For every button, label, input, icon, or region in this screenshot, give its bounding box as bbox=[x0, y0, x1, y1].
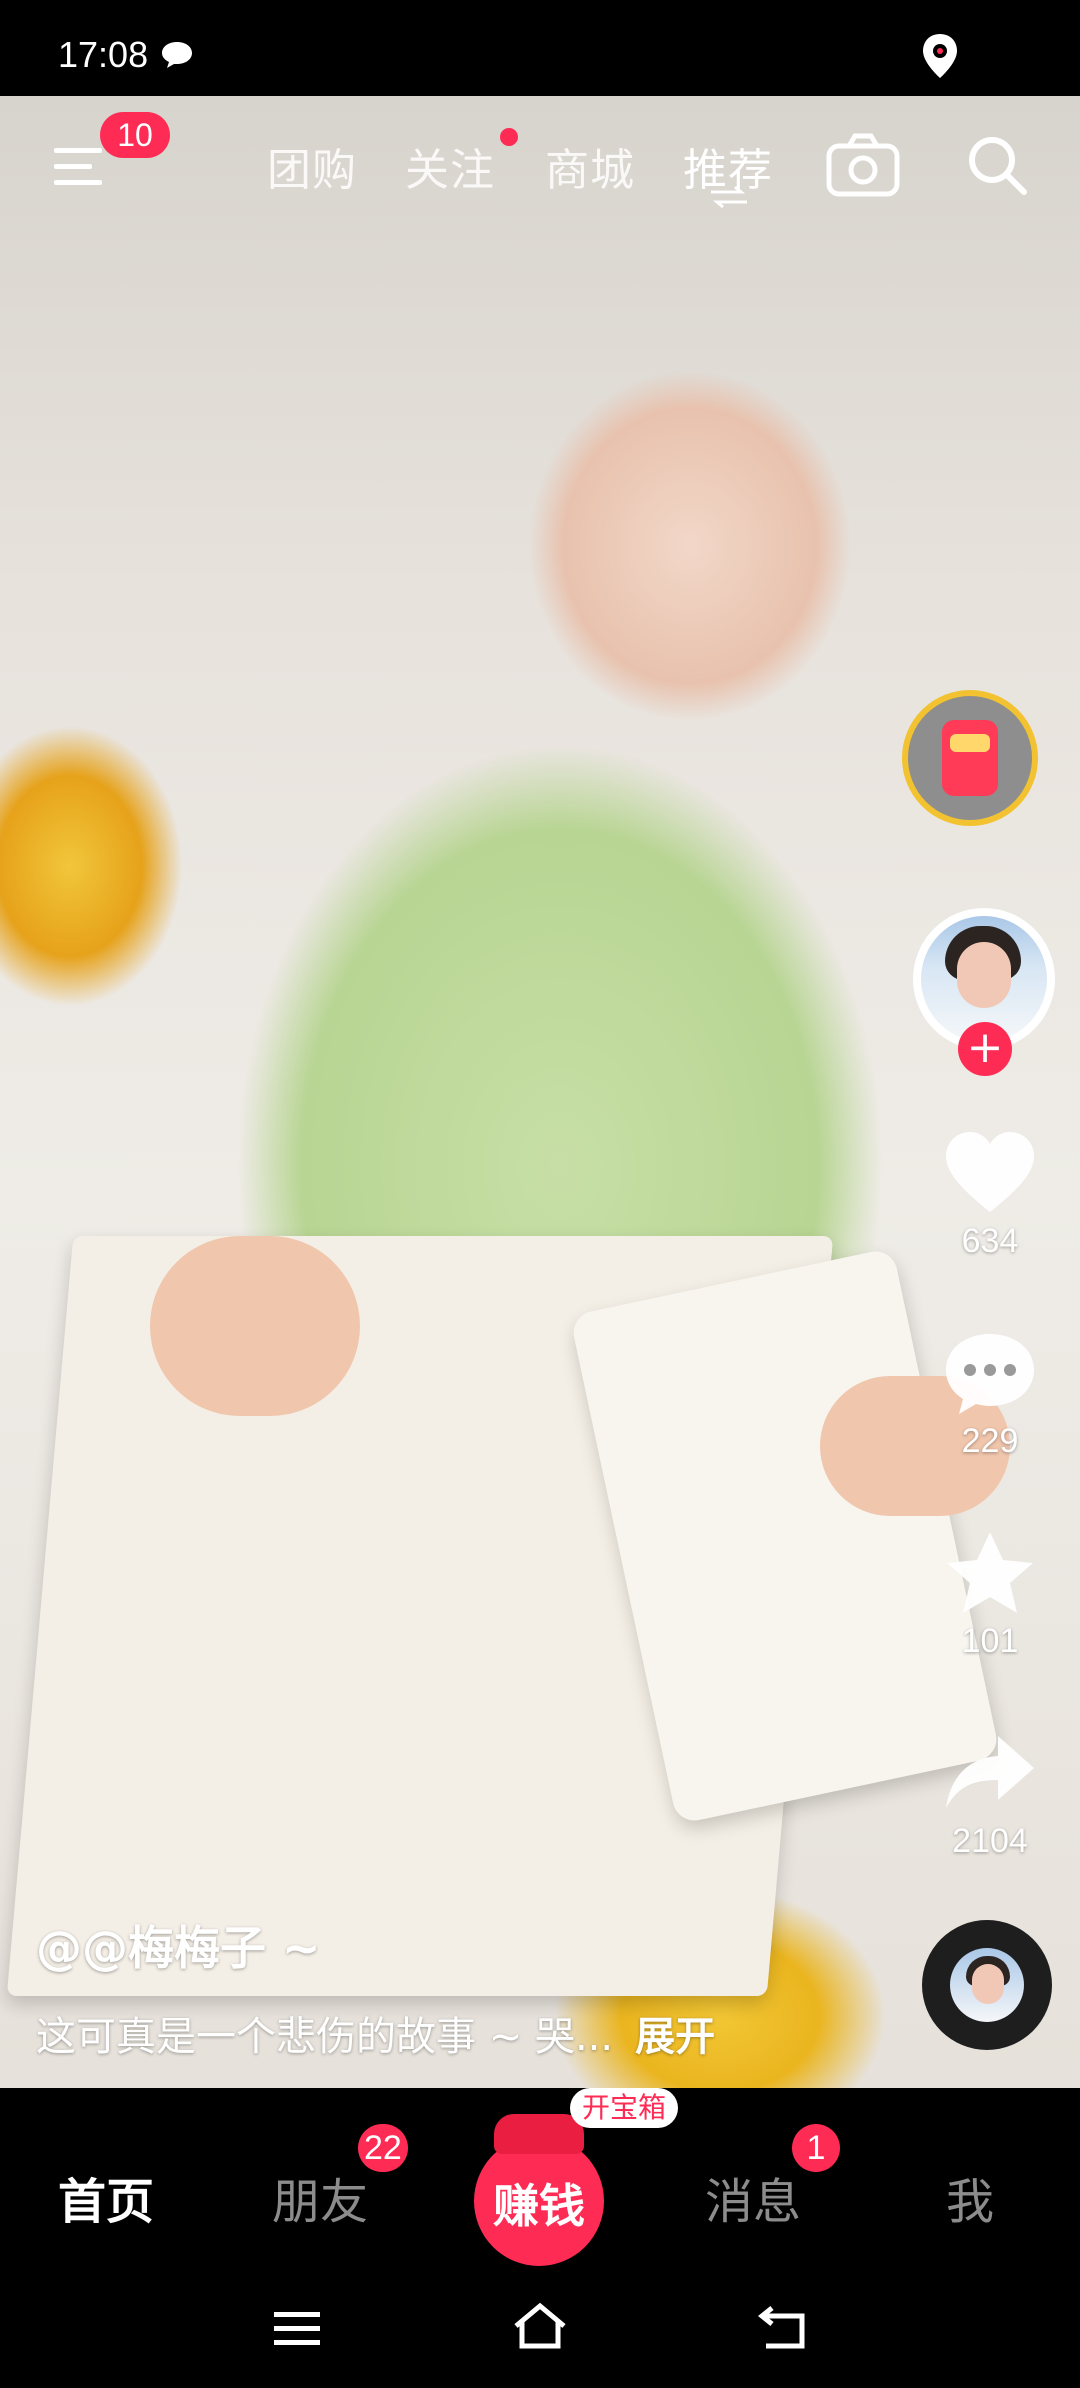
description-row: 这可真是一个悲伤的故事 ~ 哭... 展开 bbox=[36, 2004, 876, 2062]
messages-badge: 1 bbox=[792, 2124, 840, 2172]
tab-following[interactable]: 关注 bbox=[405, 134, 495, 198]
following-dot bbox=[500, 128, 518, 146]
video-hand-shape bbox=[150, 1236, 360, 1416]
friends-badge: 22 bbox=[358, 2124, 408, 2172]
like-button[interactable]: 634 bbox=[920, 1128, 1060, 1261]
treasure-chest-icon bbox=[494, 2114, 584, 2154]
recent-apps-button[interactable] bbox=[272, 2308, 324, 2352]
search-icon bbox=[969, 137, 1027, 195]
red-packet-icon bbox=[942, 720, 998, 796]
location-icon bbox=[920, 32, 960, 84]
favorite-button[interactable]: 101 bbox=[920, 1528, 1060, 1661]
video-caption: @@梅梅子 ~ 这可真是一个悲伤的故事 ~ 哭... 展开 bbox=[36, 1912, 876, 2062]
camera-button[interactable] bbox=[825, 130, 901, 204]
author-name[interactable]: @@梅梅子 ~ bbox=[36, 1912, 876, 1978]
status-time: 17:08 bbox=[58, 34, 149, 75]
share-button[interactable]: 2104 bbox=[920, 1728, 1060, 1861]
system-nav-bar bbox=[0, 2268, 1080, 2388]
expand-button[interactable]: 展开 bbox=[635, 2014, 715, 2060]
chat-bubble-icon bbox=[160, 40, 194, 74]
home-icon bbox=[514, 2302, 566, 2349]
red-packet-button[interactable] bbox=[902, 690, 1038, 826]
video-player[interactable] bbox=[0, 96, 1080, 2088]
back-button[interactable] bbox=[756, 2302, 812, 2356]
tab-learn-label: 学堂 bbox=[145, 145, 146, 260]
video-description: 这可真是一个悲伤的故事 ~ 哭... bbox=[36, 2014, 614, 2060]
top-nav: 10 学堂 团购 关注 商城 推荐 bbox=[0, 96, 1080, 236]
comment-button[interactable]: 229 bbox=[920, 1328, 1060, 1461]
nav-home[interactable]: 首页 bbox=[58, 2162, 154, 2232]
tab-mall[interactable]: 商城 bbox=[545, 134, 635, 198]
home-button[interactable] bbox=[510, 2302, 570, 2356]
menu-button[interactable] bbox=[50, 136, 110, 196]
comment-icon bbox=[946, 1334, 1034, 1414]
search-button[interactable] bbox=[962, 130, 1032, 204]
menu-lines-icon bbox=[274, 2312, 320, 2345]
tab-group-buy[interactable]: 团购 bbox=[267, 134, 357, 198]
heart-icon bbox=[946, 1132, 1034, 1212]
nav-me[interactable]: 我 bbox=[946, 2162, 994, 2232]
tab-learn[interactable]: 学堂 bbox=[145, 134, 225, 262]
comment-count: 229 bbox=[961, 1422, 1019, 1460]
back-icon bbox=[757, 2306, 805, 2349]
earn-button[interactable]: 赚钱 bbox=[474, 2114, 604, 2266]
earn-label: 赚钱 bbox=[493, 2179, 585, 2233]
music-disc[interactable] bbox=[922, 1920, 1052, 2050]
share-arrow-icon bbox=[946, 1736, 1034, 1808]
nav-messages[interactable]: 消息 bbox=[705, 2162, 801, 2232]
switch-arrows-icon bbox=[707, 184, 751, 214]
share-count: 2104 bbox=[952, 1822, 1028, 1860]
star-icon bbox=[947, 1532, 1033, 1613]
camera-icon bbox=[826, 133, 900, 197]
status-bar: 17:08 bbox=[0, 0, 1080, 96]
open-chest-tag[interactable]: 开宝箱 bbox=[570, 2088, 679, 2128]
menu-icon bbox=[54, 148, 102, 185]
like-count: 634 bbox=[961, 1222, 1019, 1260]
favorite-count: 101 bbox=[961, 1622, 1019, 1660]
tabs-bar: 学堂 团购 关注 商城 推荐 bbox=[145, 128, 805, 204]
nav-friends[interactable]: 朋友 bbox=[272, 2162, 368, 2232]
bottom-nav: 首页 朋友 22 赚钱 开宝箱 消息 1 我 bbox=[0, 2088, 1080, 2268]
follow-button[interactable]: + bbox=[958, 1022, 1012, 1076]
